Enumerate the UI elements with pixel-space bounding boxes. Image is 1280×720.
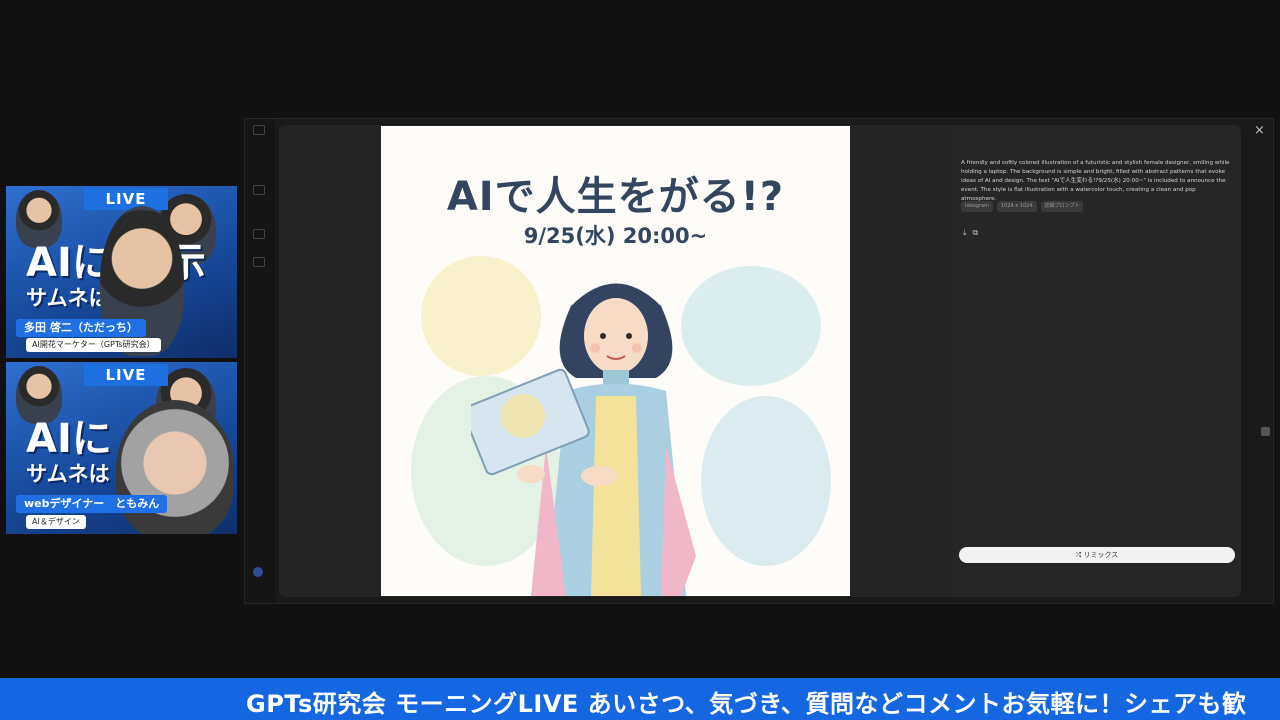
remix-label: リミックス — [1083, 551, 1119, 559]
thumbnail-headline: AIに — [26, 416, 112, 462]
stream-stage: LIVE AIに 指示 サムネは なる? 多田 啓二（ただっち） AI開花マーケ… — [0, 0, 1280, 720]
avatar[interactable] — [253, 567, 263, 577]
menu-icon[interactable] — [253, 125, 265, 135]
image-detail-modal: AIで人生をがる!? 9/25(水) 20:00~ A friendly and… — [279, 125, 1241, 597]
copy-icon[interactable]: ⧉ — [973, 228, 979, 238]
participant-role-tag: AI開花マーケター（GPTs研究会） — [26, 338, 161, 352]
metadata-chips: Ideogram 1024 x 1024 詳細プロンプト — [961, 201, 1084, 212]
image-viewer-window: AIで人生をがる!? 9/25(水) 20:00~ A friendly and… — [244, 118, 1274, 604]
designer-illustration — [471, 283, 696, 596]
action-icons: ⤓ ⧉ — [963, 228, 978, 238]
ticker-text: GPTs研究会 モーニングLIVE あいさつ、気づき、質問などコメントお気軽に！… — [246, 690, 1247, 718]
participant-tile: LIVE AIに サムネは webデザイナー ともみん AI＆デザイン — [6, 362, 237, 534]
artwork-title: AIで人生をがる!? — [446, 174, 785, 220]
download-icon[interactable]: ⤓ — [963, 228, 967, 238]
details-panel: A friendly and softly colored illustrati… — [953, 125, 1241, 597]
news-ticker: GPTs研究会 モーニングLIVE あいさつ、気づき、質問などコメントお気軽に！… — [0, 678, 1280, 720]
search-icon[interactable] — [253, 229, 265, 239]
folder-icon[interactable] — [253, 257, 265, 267]
participant-tile: LIVE AIに 指示 サムネは なる? 多田 啓二（ただっち） AI開花マーケ… — [6, 186, 237, 358]
model-chip[interactable]: Ideogram — [961, 201, 993, 212]
participant-name-tag: webデザイナー ともみん — [16, 495, 168, 513]
prompt-detail-chip[interactable]: 詳細プロンプト — [1040, 201, 1084, 212]
participant-video-main — [116, 400, 234, 534]
thumbnail-subheadline: サムネは — [26, 462, 110, 486]
size-chip[interactable]: 1024 x 1024 — [996, 201, 1037, 212]
prompt-description: A friendly and softly colored illustrati… — [961, 160, 1230, 202]
participant-name-tag: 多田 啓二（ただっち） — [16, 319, 146, 337]
shuffle-icon: ⤮ — [1075, 551, 1082, 559]
live-badge: LIVE — [84, 188, 168, 210]
artwork-date: 9/25(水) 20:00~ — [523, 224, 708, 248]
participant-role-tag: AI＆デザイン — [26, 515, 86, 529]
generated-image[interactable]: AIで人生をがる!? 9/25(水) 20:00~ — [381, 126, 850, 596]
remix-button[interactable]: ⤮ リミックス — [959, 547, 1235, 563]
comment-icon[interactable] — [1261, 427, 1270, 436]
side-navigation — [245, 119, 275, 603]
live-badge: LIVE — [84, 364, 168, 386]
close-icon[interactable]: × — [1254, 124, 1265, 137]
home-icon[interactable] — [253, 185, 265, 195]
